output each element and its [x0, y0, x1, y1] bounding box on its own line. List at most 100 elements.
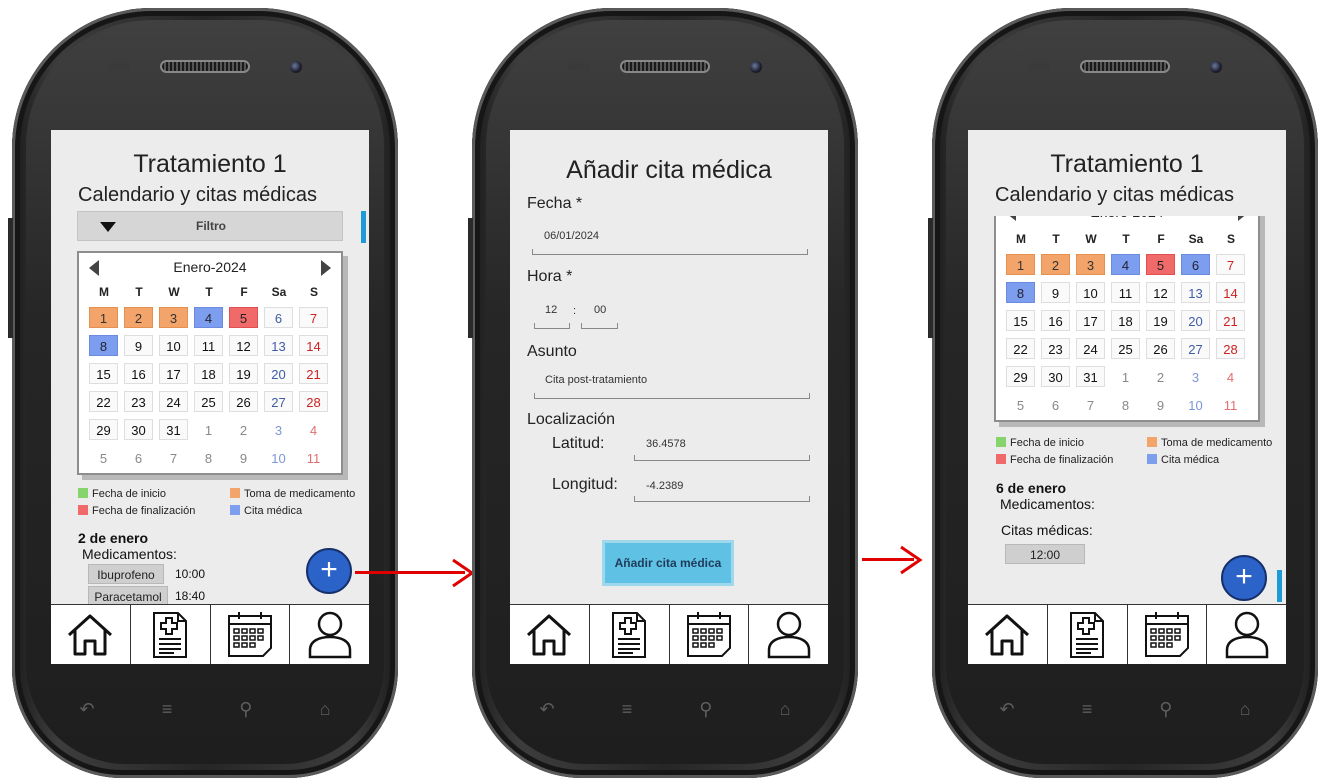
calendar-day[interactable]: 14 [1216, 282, 1245, 303]
submit-appointment-button[interactable]: Añadir cita médica [602, 540, 734, 586]
calendar-day[interactable]: 22 [1006, 338, 1035, 359]
nav-home[interactable] [968, 605, 1048, 664]
calendar-day[interactable]: 7 [1216, 254, 1245, 275]
nav-calendar[interactable] [1128, 605, 1208, 664]
calendar-day[interactable]: 10 [1181, 394, 1210, 415]
home-key-icon[interactable]: ⌂ [1240, 699, 1251, 720]
appointment-chip[interactable]: 12:00 [1005, 544, 1085, 564]
calendar-day[interactable]: 8 [1006, 282, 1035, 303]
back-key-icon[interactable]: ↶ [540, 699, 555, 720]
calendar-day[interactable]: 2 [1041, 254, 1070, 275]
calendar-day[interactable]: 24 [159, 391, 188, 412]
calendar-day[interactable]: 7 [1076, 394, 1105, 415]
calendar-day[interactable]: 5 [89, 447, 118, 468]
calendar-day[interactable]: 13 [264, 335, 293, 356]
calendar-day[interactable]: 30 [1041, 366, 1070, 387]
calendar-day[interactable]: 5 [229, 307, 258, 328]
calendar-day[interactable]: 14 [299, 335, 328, 356]
calendar-day[interactable]: 16 [1041, 310, 1070, 331]
calendar-day[interactable]: 4 [1111, 254, 1140, 275]
medication-chip[interactable]: Ibuprofeno [88, 564, 164, 584]
nav-calendar[interactable] [211, 605, 291, 664]
calendar-day[interactable]: 23 [124, 391, 153, 412]
search-key-icon[interactable]: ⚲ [1159, 699, 1172, 720]
calendar-day[interactable]: 12 [229, 335, 258, 356]
calendar-day[interactable]: 4 [1216, 366, 1245, 387]
calendar-day[interactable]: 3 [1076, 254, 1105, 275]
nav-prescriptions[interactable] [131, 605, 211, 664]
calendar-day[interactable]: 2 [1146, 366, 1175, 387]
back-key-icon[interactable]: ↶ [1000, 699, 1015, 720]
calendar-day[interactable]: 6 [1041, 394, 1070, 415]
calendar-day[interactable]: 17 [159, 363, 188, 384]
calendar-day[interactable]: 8 [89, 335, 118, 356]
calendar-day[interactable]: 28 [299, 391, 328, 412]
nav-home[interactable] [510, 605, 590, 664]
calendar-day[interactable]: 11 [1111, 282, 1140, 303]
calendar-day[interactable]: 23 [1041, 338, 1070, 359]
calendar-day[interactable]: 3 [1181, 366, 1210, 387]
calendar-day[interactable]: 7 [159, 447, 188, 468]
calendar-day[interactable]: 16 [124, 363, 153, 384]
search-key-icon[interactable]: ⚲ [699, 699, 712, 720]
calendar-day[interactable]: 9 [1041, 282, 1070, 303]
calendar-day[interactable]: 10 [1076, 282, 1105, 303]
nav-home[interactable] [51, 605, 131, 664]
nav-profile[interactable] [290, 605, 369, 664]
nav-profile[interactable] [749, 605, 828, 664]
calendar-day[interactable]: 1 [89, 307, 118, 328]
hour-input[interactable]: 12 [545, 304, 557, 316]
calendar-day[interactable]: 29 [1006, 366, 1035, 387]
calendar-day[interactable]: 3 [159, 307, 188, 328]
calendar-day[interactable]: 25 [1111, 338, 1140, 359]
calendar-day[interactable]: 11 [299, 447, 328, 468]
calendar-day[interactable]: 19 [1146, 310, 1175, 331]
scrollbar[interactable] [1277, 570, 1282, 602]
minute-input[interactable]: 00 [594, 304, 606, 316]
calendar-day[interactable]: 17 [1076, 310, 1105, 331]
calendar-day[interactable]: 18 [194, 363, 223, 384]
calendar-day[interactable]: 18 [1111, 310, 1140, 331]
nav-calendar[interactable] [670, 605, 750, 664]
calendar-day[interactable]: 26 [229, 391, 258, 412]
subject-input[interactable]: Cita post-tratamiento [545, 374, 647, 386]
calendar-day[interactable]: 1 [194, 419, 223, 440]
calendar-day[interactable]: 6 [264, 307, 293, 328]
latitude-input[interactable]: 36.4578 [646, 438, 686, 450]
next-month-icon[interactable] [321, 260, 331, 276]
longitude-input[interactable]: -4.2389 [646, 480, 683, 492]
medication-chip[interactable]: Paracetamol [88, 586, 168, 606]
calendar-day[interactable]: 10 [264, 447, 293, 468]
nav-prescriptions[interactable] [1048, 605, 1128, 664]
calendar-day[interactable]: 15 [1006, 310, 1035, 331]
calendar-day[interactable]: 19 [229, 363, 258, 384]
calendar-day[interactable]: 31 [159, 419, 188, 440]
calendar-day[interactable]: 8 [194, 447, 223, 468]
calendar-day[interactable]: 13 [1181, 282, 1210, 303]
calendar-day[interactable]: 9 [1146, 394, 1175, 415]
calendar-day[interactable]: 20 [264, 363, 293, 384]
calendar-day[interactable]: 4 [299, 419, 328, 440]
calendar-day[interactable]: 30 [124, 419, 153, 440]
calendar-day[interactable]: 28 [1216, 338, 1245, 359]
calendar-day[interactable]: 6 [124, 447, 153, 468]
calendar-day[interactable]: 10 [159, 335, 188, 356]
calendar-day[interactable]: 4 [194, 307, 223, 328]
calendar-day[interactable]: 2 [229, 419, 258, 440]
calendar-day[interactable]: 12 [1146, 282, 1175, 303]
add-button[interactable]: + [306, 548, 352, 594]
calendar-day[interactable]: 9 [124, 335, 153, 356]
calendar-day[interactable]: 11 [1216, 394, 1245, 415]
menu-key-icon[interactable]: ≡ [162, 699, 173, 720]
home-key-icon[interactable]: ⌂ [780, 699, 791, 720]
calendar-day[interactable]: 24 [1076, 338, 1105, 359]
calendar-day[interactable]: 26 [1146, 338, 1175, 359]
nav-prescriptions[interactable] [590, 605, 670, 664]
calendar-day[interactable]: 8 [1111, 394, 1140, 415]
calendar-day[interactable]: 1 [1111, 366, 1140, 387]
calendar-day[interactable]: 22 [89, 391, 118, 412]
calendar-day[interactable]: 15 [89, 363, 118, 384]
calendar-day[interactable]: 6 [1181, 254, 1210, 275]
filter-dropdown[interactable]: Filtro [77, 211, 343, 241]
calendar-day[interactable]: 5 [1146, 254, 1175, 275]
